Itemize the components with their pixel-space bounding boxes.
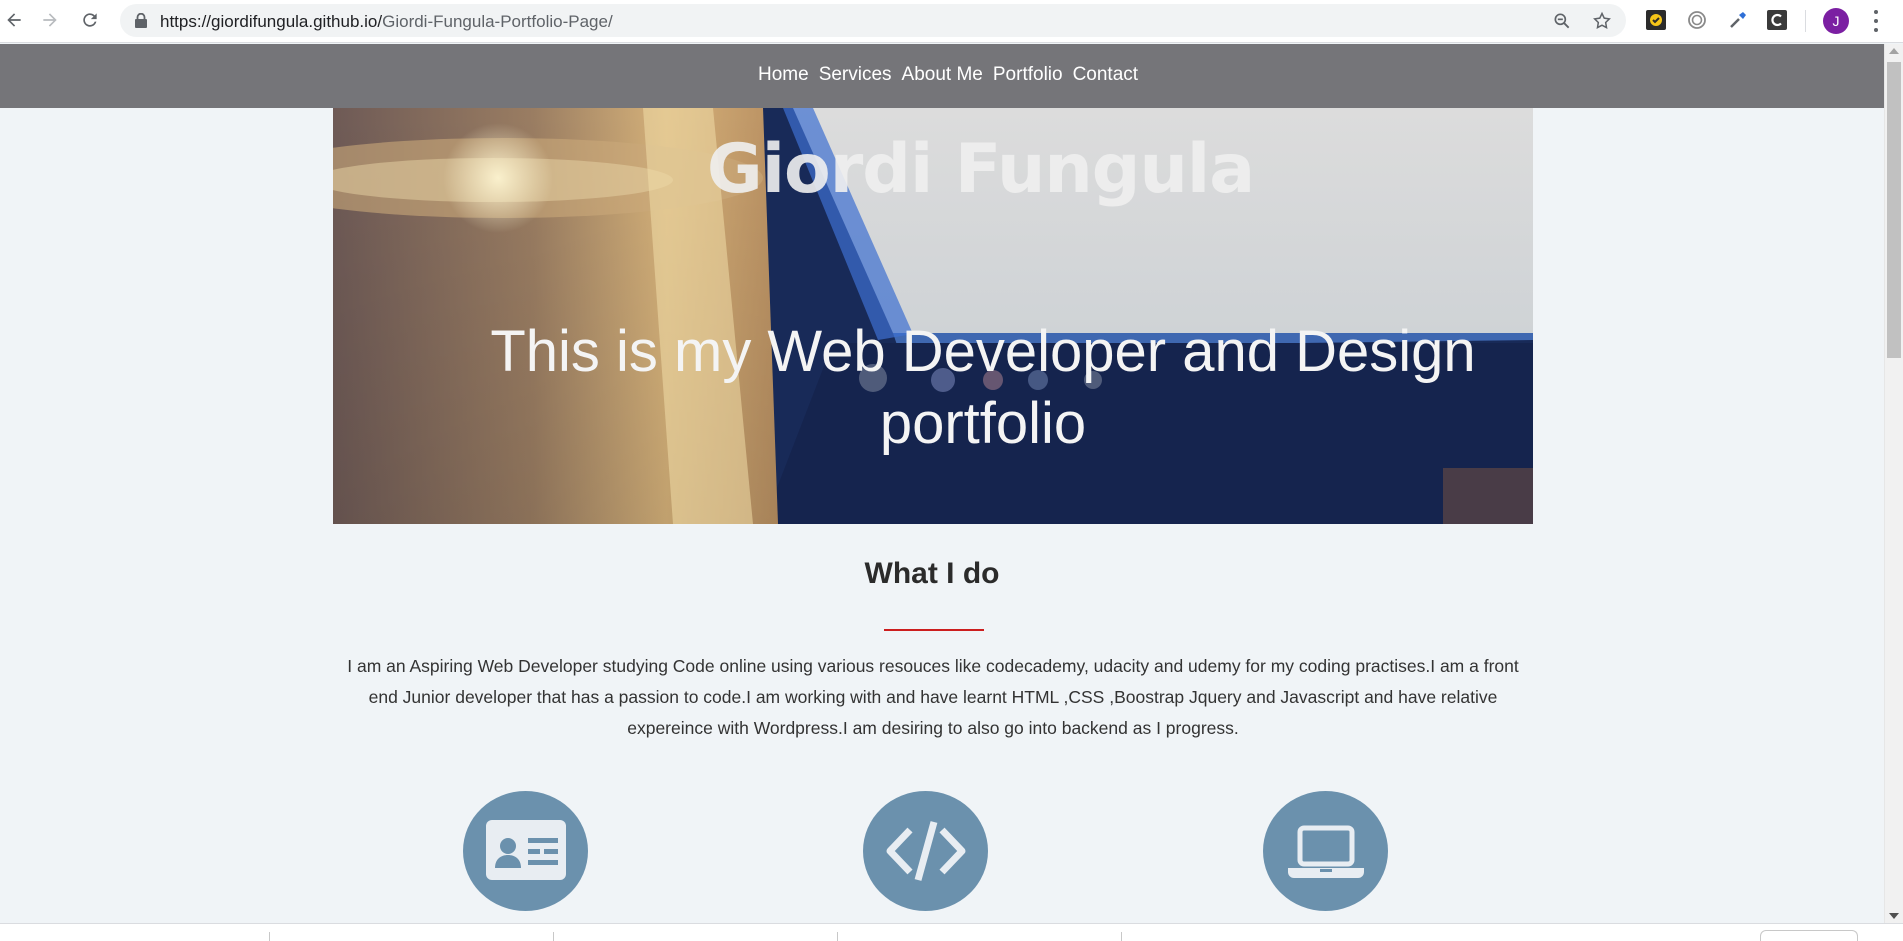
nav-link-about-me[interactable]: About Me — [902, 64, 983, 86]
profile-avatar[interactable]: J — [1823, 8, 1849, 34]
scroll-thumb[interactable] — [1887, 62, 1901, 358]
nav-link-services[interactable]: Services — [819, 64, 892, 86]
hero-subtitle: This is my Web Developer and Design port… — [490, 319, 1476, 456]
code-icon — [886, 821, 965, 881]
page-viewport: Home Services About Me Portfolio Contact — [0, 44, 1884, 923]
address-bar[interactable]: https://giordifungula.github.io/Giordi-F… — [120, 4, 1626, 37]
nav-link-contact[interactable]: Contact — [1073, 64, 1138, 86]
strip-divider — [269, 932, 270, 941]
toolbar-divider — [1805, 10, 1806, 32]
nav-links: Home Services About Me Portfolio Contact — [758, 64, 1138, 86]
site-navbar: Home Services About Me Portfolio Contact — [0, 44, 1884, 108]
scroll-down-arrow-icon[interactable] — [1889, 913, 1899, 919]
menu-kebab-icon[interactable] — [1868, 10, 1884, 32]
extension-eyedropper-icon[interactable] — [1727, 9, 1749, 31]
nav-link-home[interactable]: Home — [758, 64, 809, 86]
service-laptop[interactable] — [1263, 791, 1388, 911]
bottom-status-strip — [0, 923, 1903, 941]
laptop-icon — [1287, 825, 1364, 878]
service-id-card[interactable] — [463, 791, 588, 911]
lock-icon — [135, 13, 147, 28]
id-card-icon — [485, 820, 566, 880]
vertical-scrollbar[interactable] — [1884, 44, 1903, 923]
reload-icon[interactable] — [76, 6, 104, 34]
strip-divider — [553, 932, 554, 941]
service-code[interactable] — [863, 791, 988, 911]
zoom-icon[interactable] — [1552, 11, 1572, 31]
back-icon[interactable] — [0, 6, 28, 34]
intro-paragraph: I am an Aspiring Web Developer studying … — [347, 656, 1519, 738]
forward-icon[interactable] — [36, 6, 64, 34]
browser-toolbar: https://giordifungula.github.io/Giordi-F… — [0, 0, 1903, 43]
strip-divider — [1121, 932, 1122, 941]
extension-fingerprint-icon[interactable] — [1686, 9, 1708, 31]
strip-divider — [837, 932, 838, 941]
strip-tab[interactable] — [1760, 930, 1858, 941]
hero-banner: Giordi Fungula This is my Web Developer … — [333, 108, 1533, 524]
url-text: https://giordifungula.github.io/Giordi-F… — [160, 12, 613, 31]
nav-link-portfolio[interactable]: Portfolio — [993, 64, 1063, 86]
extension-c-icon[interactable] — [1766, 9, 1788, 31]
extension-check-icon[interactable] — [1645, 9, 1667, 31]
section-divider — [884, 629, 984, 631]
hero-title: Giordi Fungula — [706, 130, 1255, 209]
star-icon[interactable] — [1592, 11, 1612, 31]
scroll-up-arrow-icon[interactable] — [1889, 48, 1899, 54]
section-title-what-i-do: What I do — [864, 557, 1000, 590]
